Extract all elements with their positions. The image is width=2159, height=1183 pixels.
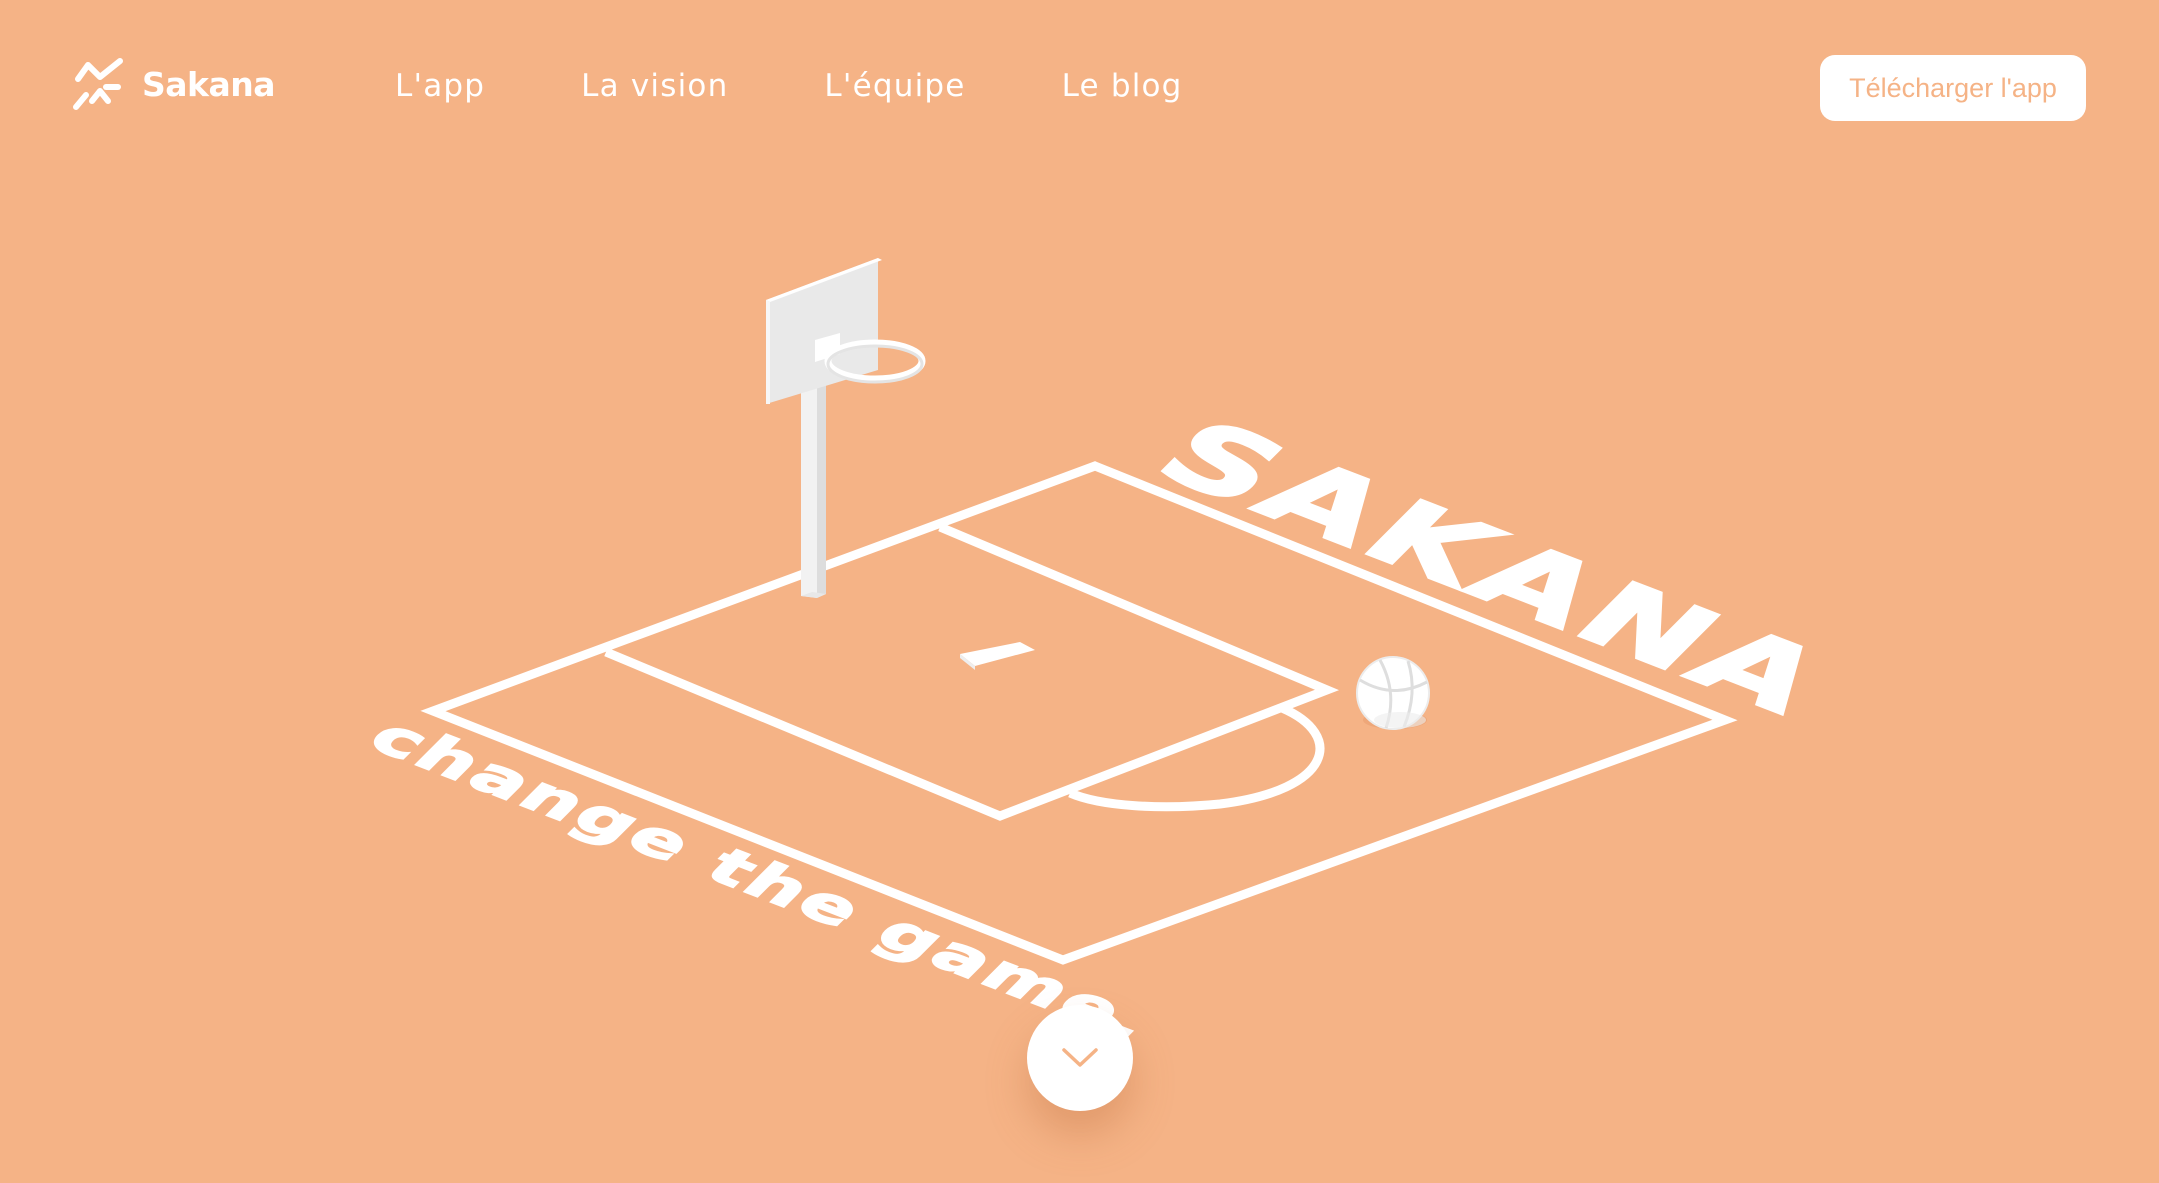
court-mark (960, 642, 1035, 666)
court-key (604, 522, 1340, 821)
hoop-post (801, 378, 817, 598)
chevron-down-icon (1062, 1048, 1098, 1067)
court-title-text: SAKANA (1132, 402, 1856, 735)
basketball (1356, 656, 1430, 730)
free-throw-arc (1068, 703, 1325, 812)
scroll-down-button[interactable] (1027, 1005, 1133, 1111)
tagline-text: change the game. (355, 708, 1172, 1052)
